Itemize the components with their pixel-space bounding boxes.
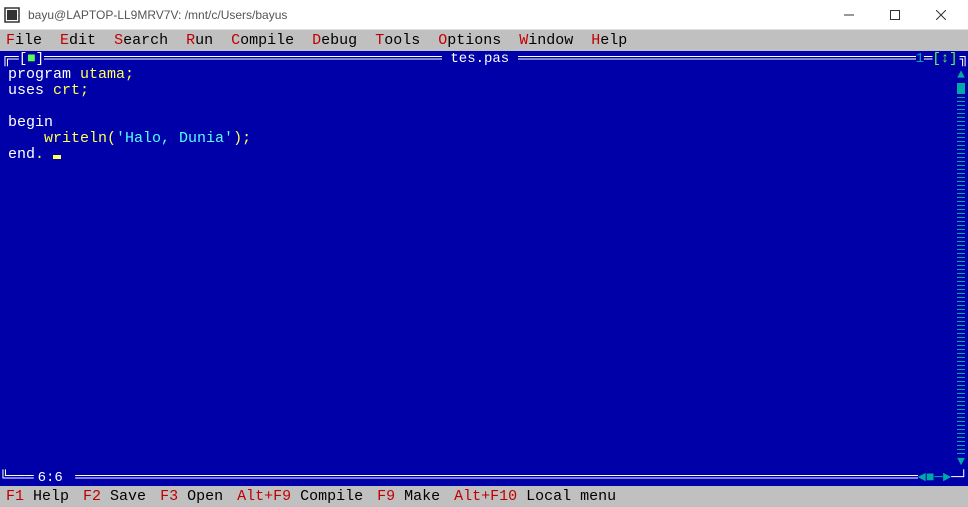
shortcut-open[interactable]: F3 Open	[160, 488, 223, 505]
scroll-down-icon[interactable]: ▼	[957, 454, 965, 470]
menu-window[interactable]: Window	[519, 32, 573, 49]
vertical-scrollbar[interactable]: ▲ ▼	[954, 67, 968, 470]
shortcut-localmenu[interactable]: Alt+F10 Local menu	[454, 488, 616, 505]
ide-area: ╔═[■] tes.pas 1═[↕]╗ program utama; uses…	[0, 51, 968, 486]
shortcut-make[interactable]: F9 Make	[377, 488, 440, 505]
cursor-position: 6:6	[34, 470, 67, 486]
editor-frame-top: ╔═[■] tes.pas 1═[↕]╗	[0, 51, 968, 67]
app-icon	[4, 7, 20, 23]
window-title: bayu@LAPTOP-LL9MRV7V: /mnt/c/Users/bayus	[28, 8, 826, 22]
hscroll-left-icon[interactable]: ◄	[918, 470, 926, 486]
shortcut-compile[interactable]: Alt+F9 Compile	[237, 488, 363, 505]
hscroll-right-icon[interactable]: ►	[943, 470, 951, 486]
editor-filename: tes.pas	[450, 51, 509, 67]
editor-window: ╔═[■] tes.pas 1═[↕]╗ program utama; uses…	[0, 51, 968, 486]
menu-help[interactable]: Help	[591, 32, 627, 49]
text-cursor	[53, 155, 61, 159]
close-box-icon[interactable]: [■]	[19, 51, 44, 67]
code-editor[interactable]: program utama; uses crt; begin writeln('…	[8, 67, 954, 470]
scroll-track[interactable]	[957, 83, 965, 454]
menu-run[interactable]: Run	[186, 32, 213, 49]
close-button[interactable]	[918, 0, 964, 30]
menu-bar: File Edit Search Run Compile Debug Tools…	[0, 30, 968, 51]
menu-edit[interactable]: Edit	[60, 32, 96, 49]
scroll-up-icon[interactable]: ▲	[957, 67, 965, 83]
editor-frame-bottom: ╚═══6:6 ◄■─►─┘	[0, 470, 968, 486]
status-bar: F1 Help F2 Save F3 Open Alt+F9 Compile F…	[0, 486, 968, 507]
window-number: 1	[916, 51, 924, 67]
menu-search[interactable]: Search	[114, 32, 168, 49]
menu-compile[interactable]: Compile	[231, 32, 294, 49]
maximize-button[interactable]	[872, 0, 918, 30]
menu-options[interactable]: Options	[438, 32, 501, 49]
menu-file[interactable]: File	[6, 32, 42, 49]
menu-debug[interactable]: Debug	[312, 32, 357, 49]
zoom-box-icon[interactable]: [↕]	[932, 51, 959, 67]
shortcut-help[interactable]: F1 Help	[6, 488, 69, 505]
menu-tools[interactable]: Tools	[375, 32, 420, 49]
scroll-thumb[interactable]	[957, 83, 965, 93]
minimize-button[interactable]	[826, 0, 872, 30]
window-titlebar: bayu@LAPTOP-LL9MRV7V: /mnt/c/Users/bayus	[0, 0, 968, 30]
window-controls	[826, 0, 964, 30]
shortcut-save[interactable]: F2 Save	[83, 488, 146, 505]
